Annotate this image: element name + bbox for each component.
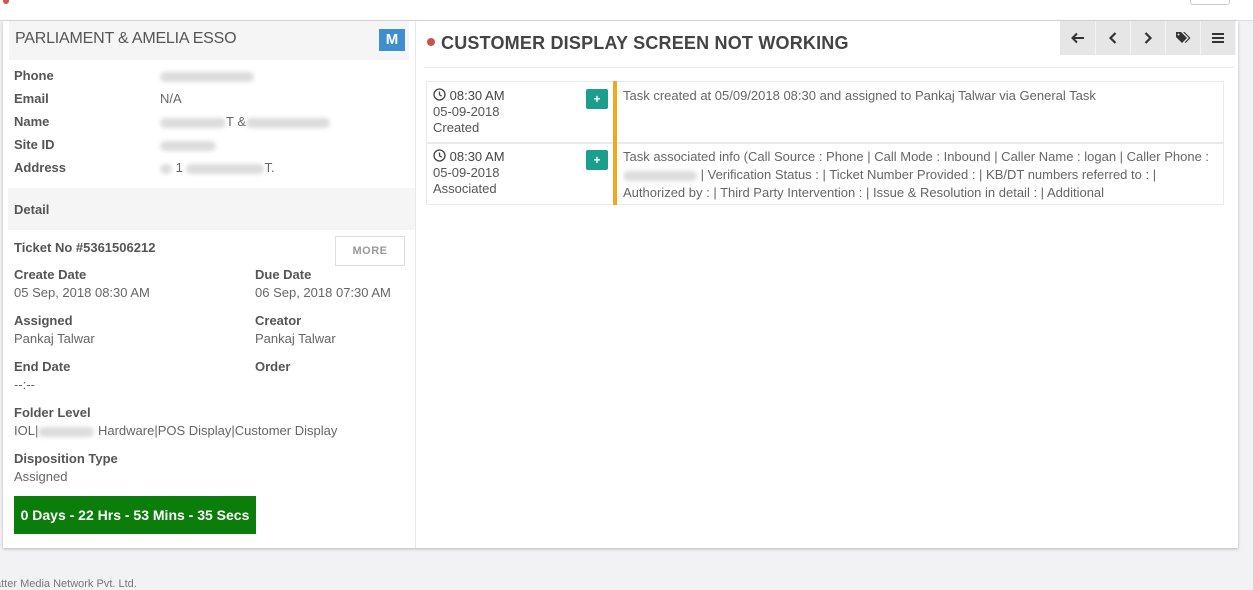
next-button[interactable] — [1130, 21, 1166, 55]
due-date-field: Due Date 06 Sep, 2018 07:30 AM — [255, 266, 391, 302]
timeline-bar — [613, 142, 617, 205]
customer-header: PARLIAMENT & AMELIA ESSO M — [9, 21, 409, 60]
previous-button[interactable] — [1095, 21, 1131, 55]
create-date-label: Create Date — [14, 267, 87, 282]
status-dot — [427, 38, 435, 46]
assigned-field: Assigned Pankaj Talwar — [14, 312, 95, 348]
timeline-bar — [613, 81, 617, 144]
timeline-time: 08:30 AM 05-09-2018 Associated — [433, 149, 505, 197]
end-date-field: End Date --:-- — [14, 358, 70, 394]
tags-button[interactable] — [1165, 21, 1201, 55]
assigned-value: Pankaj Talwar — [14, 331, 95, 346]
customer-name: PARLIAMENT & AMELIA ESSO — [15, 30, 237, 47]
ticket-title: CUSTOMER DISPLAY SCREEN NOT WORKING — [441, 33, 849, 53]
timeline-text: Task created at 05/09/2018 08:30 and ass… — [623, 88, 1096, 103]
site-id-label: Site ID — [14, 137, 55, 152]
more-button[interactable]: MORE — [335, 236, 405, 266]
timeline-time-value: 08:30 AM — [449, 149, 505, 164]
navbar-button-stub[interactable] — [1190, 0, 1230, 5]
disposition-field: Disposition Type Assigned — [14, 450, 118, 486]
assigned-label: Assigned — [14, 313, 73, 328]
folder-level-prefix: IOL| — [14, 423, 39, 438]
due-date-label: Due Date — [255, 267, 312, 282]
timeline-text-after: | Verification Status : | Ticket Number … — [623, 167, 1157, 200]
creator-label: Creator — [255, 313, 302, 328]
timeline-text-before: Task associated info (Call Source : Phon… — [623, 149, 1210, 164]
site-id-value — [160, 137, 216, 152]
ticket-activity-column: CUSTOMER DISPLAY SCREEN NOT WORKING 08:3… — [416, 21, 1238, 548]
creator-value: Pankaj Talwar — [255, 331, 336, 346]
create-date-field: Create Date 05 Sep, 2018 08:30 AM — [14, 266, 150, 302]
address-value: 1 T. — [160, 160, 275, 175]
tags-icon — [1175, 31, 1190, 43]
timeline-text: Task associated info (Call Source : Phon… — [623, 148, 1217, 200]
arrow-left-icon — [1070, 32, 1084, 43]
email-label: Email — [14, 91, 49, 106]
chevron-left-icon — [1108, 31, 1116, 44]
order-label: Order — [255, 359, 291, 374]
name-label: Name — [14, 114, 50, 129]
timeline-item: 08:30 AM 05-09-2018 Associated + Task as… — [426, 142, 1224, 205]
folder-level-value: IOL| Hardware|POS Display|Customer Displ… — [14, 422, 337, 440]
ticket-number: Ticket No #5361506212 — [14, 240, 156, 255]
timeline-type: Created — [433, 120, 480, 135]
back-button[interactable] — [1060, 21, 1096, 55]
end-date-value: --:-- — [14, 377, 35, 392]
logo-mark — [3, 0, 9, 4]
name-value: T & — [160, 114, 330, 129]
timeline-time: 08:30 AM 05-09-2018 Created — [433, 88, 505, 136]
address-label: Address — [14, 160, 67, 175]
expand-button[interactable]: + — [586, 150, 608, 170]
folder-level-field: Folder Level IOL| Hardware|POS Display|C… — [14, 404, 337, 440]
footer-copyright: atter Media Network Pvt. Ltd. — [0, 578, 137, 590]
timeline-time-value: 08:30 AM — [449, 88, 505, 103]
timeline-date: 05-09-2018 — [433, 104, 500, 119]
ticket-panel: PARLIAMENT & AMELIA ESSO M Phone Email N… — [3, 21, 1238, 548]
sla-timer: 0 Days - 22 Hrs - 53 Mins - 35 Secs — [14, 496, 256, 534]
folder-level-rest: Hardware|POS Display|Customer Display — [97, 423, 338, 438]
disposition-label: Disposition Type — [14, 451, 118, 466]
due-date-value: 06 Sep, 2018 07:30 AM — [255, 285, 391, 300]
detail-heading: Detail — [14, 202, 50, 217]
disposition-value: Assigned — [14, 469, 68, 484]
order-field: Order — [255, 358, 290, 376]
ticket-toolbar — [1060, 21, 1236, 55]
timeline-date: 05-09-2018 — [433, 165, 500, 180]
customer-detail-column: PARLIAMENT & AMELIA ESSO M Phone Email N… — [3, 21, 416, 548]
phone-value — [160, 68, 254, 83]
timeline-type: Associated — [433, 181, 497, 196]
address-suffix: T. — [264, 160, 275, 175]
address-number: 1 — [175, 160, 183, 175]
top-navbar — [0, 0, 1253, 21]
clock-icon — [433, 149, 446, 162]
clock-icon — [433, 88, 446, 101]
menu-icon — [1211, 32, 1224, 43]
phone-label: Phone — [14, 68, 54, 83]
create-date-value: 05 Sep, 2018 08:30 AM — [14, 285, 150, 300]
timeline-item: 08:30 AM 05-09-2018 Created + Task creat… — [426, 81, 1224, 144]
name-value-text: T & — [226, 114, 246, 129]
customer-type-badge[interactable]: M — [379, 29, 405, 51]
chevron-right-icon — [1144, 31, 1152, 44]
detail-section-header: Detail — [8, 188, 415, 230]
expand-button[interactable]: + — [586, 89, 608, 109]
header-divider — [424, 67, 1234, 68]
end-date-label: End Date — [14, 359, 71, 374]
folder-level-label: Folder Level — [14, 405, 91, 420]
email-value: N/A — [160, 91, 182, 106]
creator-field: Creator Pankaj Talwar — [255, 312, 336, 348]
menu-button[interactable] — [1200, 21, 1236, 55]
